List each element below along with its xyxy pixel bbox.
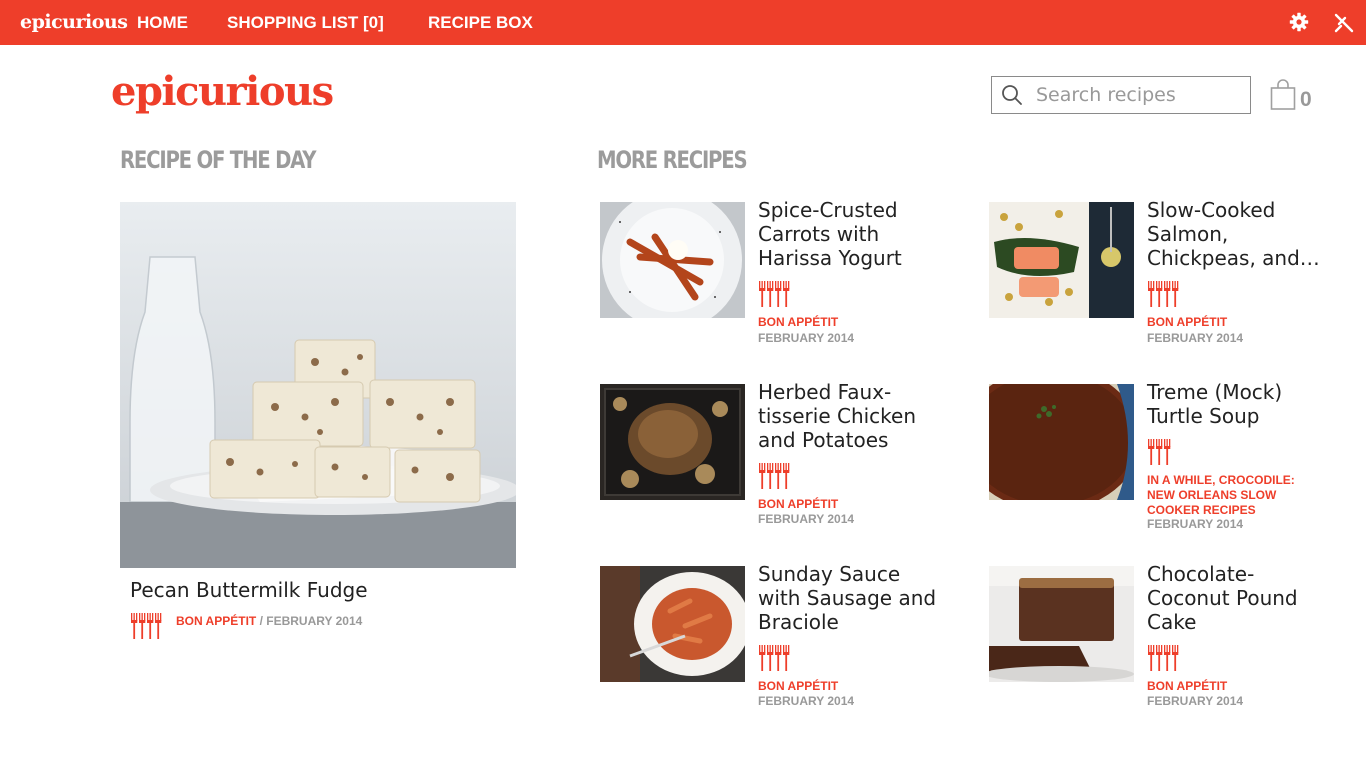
fork-rating-icon	[759, 645, 790, 671]
recipe-card-title[interactable]: Sunday Sauce with Sausage and Braciole	[758, 562, 938, 634]
recipe-card-title[interactable]: Chocolate-Coconut Pound Cake	[1147, 562, 1327, 634]
fork-glyph	[147, 613, 154, 639]
fork-glyph	[1164, 281, 1171, 307]
recipe-card-image[interactable]	[989, 384, 1134, 500]
recipe-card-title[interactable]: Treme (Mock) Turtle Soup	[1147, 380, 1327, 428]
fork-glyph	[155, 613, 162, 639]
fork-glyph	[1164, 645, 1171, 671]
recipe-card-title[interactable]: Herbed Faux-tisserie Chicken and Potatoe…	[758, 380, 938, 452]
recipe-card-title[interactable]: Slow-Cooked Salmon, Chickpeas, and…	[1147, 198, 1327, 270]
recipe-card-image[interactable]	[600, 202, 745, 318]
recipe-card-date: FEBRUARY 2014	[758, 512, 855, 526]
recipe-card-image[interactable]	[989, 566, 1134, 682]
fork-glyph	[775, 281, 782, 307]
fork-glyph	[767, 463, 774, 489]
recipe-card-image[interactable]	[600, 566, 745, 682]
recipe-card-source: BON APPÉTIT	[1147, 315, 1228, 329]
recipe-card-date: FEBRUARY 2014	[1147, 517, 1244, 531]
recipe-card-source: BON APPÉTIT	[1147, 679, 1228, 693]
recipe-card-date: FEBRUARY 2014	[758, 694, 855, 708]
recipe-of-day-meta: BON APPÉTIT / FEBRUARY 2014	[176, 614, 363, 628]
recipe-card-image[interactable]	[600, 384, 745, 500]
fork-glyph	[759, 463, 766, 489]
logo[interactable]: epicurious	[111, 68, 334, 115]
fork-glyph	[759, 281, 766, 307]
recipe-card-source: IN A WHILE, CROCODILE: NEW ORLEANS SLOW …	[1147, 473, 1295, 517]
recipe-card-source: BON APPÉTIT	[758, 679, 839, 693]
gear-icon[interactable]	[1289, 12, 1309, 32]
fork-glyph	[131, 613, 138, 639]
search-icon[interactable]	[1001, 84, 1023, 106]
recipe-of-day-date: FEBRUARY 2014	[266, 614, 363, 628]
recipe-card-source: BON APPÉTIT	[758, 497, 839, 511]
recipe-card-date: FEBRUARY 2014	[1147, 331, 1244, 345]
fork-glyph	[767, 281, 774, 307]
nav-shopping-list[interactable]: SHOPPING LIST [0]	[227, 13, 384, 33]
fork-glyph	[1148, 645, 1155, 671]
fork-glyph	[1156, 645, 1163, 671]
recipe-of-day-image[interactable]	[120, 202, 516, 568]
fork-glyph	[1164, 439, 1171, 465]
fork-glyph	[759, 645, 766, 671]
more-recipes-heading: MORE RECIPES	[597, 146, 748, 174]
fork-glyph	[1156, 281, 1163, 307]
fork-glyph	[783, 463, 790, 489]
recipe-card-image[interactable]	[989, 202, 1134, 318]
search-box[interactable]	[991, 76, 1251, 114]
unpin-icon[interactable]	[1333, 12, 1355, 34]
search-input[interactable]	[1036, 79, 1241, 111]
fork-rating-icon	[131, 613, 162, 639]
fork-glyph	[1172, 645, 1179, 671]
fork-glyph	[1172, 281, 1179, 307]
bag-count: 0	[1300, 88, 1312, 111]
recipe-card-date: FEBRUARY 2014	[758, 331, 855, 345]
nav-home[interactable]: HOME	[137, 13, 188, 33]
fork-glyph	[783, 281, 790, 307]
recipe-of-day-source: BON APPÉTIT	[176, 614, 257, 628]
fork-glyph	[783, 645, 790, 671]
recipe-of-day-heading: RECIPE OF THE DAY	[120, 146, 317, 174]
shopping-bag-icon[interactable]	[1270, 79, 1296, 111]
fork-rating-icon	[759, 463, 790, 489]
fork-glyph	[1148, 439, 1155, 465]
fork-rating-icon	[1148, 281, 1179, 307]
fork-glyph	[1156, 439, 1163, 465]
nav-recipe-box[interactable]: RECIPE BOX	[428, 13, 533, 33]
top-brand[interactable]: epicurious	[20, 11, 128, 33]
fork-glyph	[775, 645, 782, 671]
fork-rating-icon	[1148, 439, 1171, 465]
fork-glyph	[775, 463, 782, 489]
fork-glyph	[139, 613, 146, 639]
fork-rating-icon	[759, 281, 790, 307]
recipe-card-title[interactable]: Spice-Crusted Carrots with Harissa Yogur…	[758, 198, 938, 270]
fork-glyph	[767, 645, 774, 671]
recipe-card-date: FEBRUARY 2014	[1147, 694, 1244, 708]
fork-rating-icon	[1148, 645, 1179, 671]
fork-glyph	[1148, 281, 1155, 307]
recipe-card-source: BON APPÉTIT	[758, 315, 839, 329]
top-nav-bar: epicurious HOME SHOPPING LIST [0] RECIPE…	[0, 0, 1366, 45]
recipe-of-day-title[interactable]: Pecan Buttermilk Fudge	[130, 578, 368, 602]
